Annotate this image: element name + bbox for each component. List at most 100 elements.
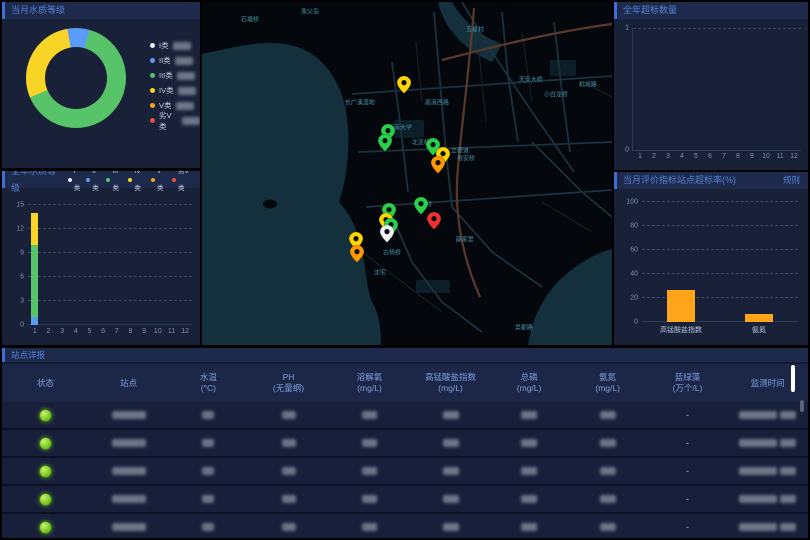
bar-category-label: 氨氮 [752, 325, 766, 335]
legend-dot [150, 103, 155, 108]
legend-dot [68, 178, 72, 182]
table-cell [2, 437, 89, 450]
legend-label: IV类 [159, 85, 174, 96]
table-row[interactable]: - [2, 402, 808, 430]
table-cell [328, 439, 410, 447]
table-cell [568, 467, 648, 475]
gridline: 0 [642, 321, 798, 322]
table-row[interactable]: - [2, 486, 808, 514]
status-dot-green [39, 493, 52, 506]
censored-value [600, 523, 616, 531]
gridline: 100 [642, 201, 798, 202]
column-header-line1: 蓝绿藻 [675, 372, 701, 383]
censored-value [112, 523, 146, 531]
table-cell [249, 523, 329, 531]
panel-monthly-rate: 当月评价指标站点超标率(%) 规则 020406080100高锰酸盐指数氨氮 [614, 172, 808, 345]
algae-value: - [686, 494, 689, 504]
panel-scrollbar-thumb[interactable] [800, 400, 804, 412]
map-pin-icon[interactable] [350, 245, 364, 263]
table-cell [168, 439, 249, 447]
x-axis-tick: 6 [101, 328, 105, 335]
table-cell [727, 467, 808, 475]
table-cell [89, 439, 168, 447]
panel-monthly-grade: 当月水质等级 I类II类III类IV类V类劣V类 [2, 2, 200, 168]
table-cell [568, 523, 648, 531]
censored-value [780, 467, 796, 475]
censored-value [177, 72, 195, 80]
rate-bar[interactable] [745, 314, 773, 322]
status-dot-green [39, 465, 52, 478]
station-table-header: 站点详报 [2, 348, 808, 362]
panel-annual-grade-header: 全年水质等级 I类II类III类IV类V类劣V类 [2, 171, 200, 188]
map-pin-icon[interactable] [431, 156, 445, 174]
gridline: 6 [28, 276, 192, 277]
map-place-label: 机场路 [579, 79, 597, 88]
table-cell [89, 467, 168, 475]
status-dot-green [39, 437, 52, 450]
table-cell [2, 521, 89, 534]
censored-value [202, 411, 214, 419]
table-row[interactable]: - [2, 514, 808, 538]
stacked-bar-segment[interactable] [31, 317, 38, 325]
table-cell [411, 467, 491, 475]
column-header-line2: (mg/L) [357, 383, 382, 394]
censored-value [362, 523, 377, 531]
stacked-bar-segment[interactable] [31, 245, 38, 317]
column-header: 状态 [2, 364, 89, 402]
column-header-line1: 高锰酸盐指数 [425, 372, 476, 383]
column-header-line1: 总磷 [521, 372, 538, 383]
censored-value [521, 495, 537, 503]
table-cell: - [648, 438, 728, 448]
table-cell [2, 465, 89, 478]
map-pin-icon[interactable] [397, 76, 411, 94]
table-cell [490, 411, 567, 419]
y-axis-tick: 20 [630, 295, 638, 302]
annual-grade-chart: 03691215123456789101112 [28, 205, 192, 325]
table-cell [168, 467, 249, 475]
map-place-label: 天安大桥 [519, 74, 543, 83]
gridline: 15 [28, 204, 192, 205]
censored-value [780, 523, 796, 531]
table-cell [490, 495, 567, 503]
map-pin-icon[interactable] [380, 225, 394, 243]
monthly-grade-donut-chart [26, 28, 126, 128]
table-row[interactable]: - [2, 430, 808, 458]
table-cell: - [648, 410, 728, 420]
table-cell: - [648, 522, 728, 532]
column-header-line2: (°C) [201, 383, 216, 394]
y-axis-tick: 9 [20, 250, 24, 257]
gridline: 3 [28, 300, 192, 301]
censored-value [112, 495, 146, 503]
map-pin-icon[interactable] [427, 212, 441, 230]
map[interactable]: 石塘桥渔父岛五星村高浪西路长广溪湿地江南大学北亚桥立德道寿安桥天安大桥小白龙桥机… [202, 2, 612, 345]
legend-dot [106, 178, 110, 182]
censored-value [739, 411, 777, 419]
censored-value [282, 495, 296, 503]
table-cell [249, 439, 329, 447]
stacked-bar-segment[interactable] [31, 213, 38, 245]
censored-value [362, 467, 377, 475]
legend-dot [150, 58, 155, 63]
algae-value: - [686, 466, 689, 476]
map-pin-icon[interactable] [378, 134, 392, 152]
y-axis-tick: 3 [20, 298, 24, 305]
map-place-label: 寿安桥 [457, 154, 475, 163]
legend-dot [150, 73, 155, 78]
rate-bar[interactable] [667, 290, 695, 322]
legend-label: 劣V类 [159, 110, 178, 132]
censored-value [443, 439, 459, 447]
legend-item: I类 [68, 171, 82, 188]
table-row[interactable]: - [2, 458, 808, 486]
table-body: - - - - - [2, 402, 808, 538]
rules-link[interactable]: 规则 [783, 172, 800, 189]
legend-dot [86, 178, 90, 182]
censored-value [521, 439, 537, 447]
censored-value [112, 439, 146, 447]
table-scrollbar-thumb[interactable] [791, 365, 795, 392]
map-place-label: 长广溪湿地 [345, 98, 375, 107]
x-axis-tick: 7 [722, 153, 726, 160]
table-cell [89, 495, 168, 503]
censored-value [173, 42, 191, 50]
column-header: 总磷(mg/L) [490, 364, 567, 402]
map-pin-icon[interactable] [414, 197, 428, 215]
